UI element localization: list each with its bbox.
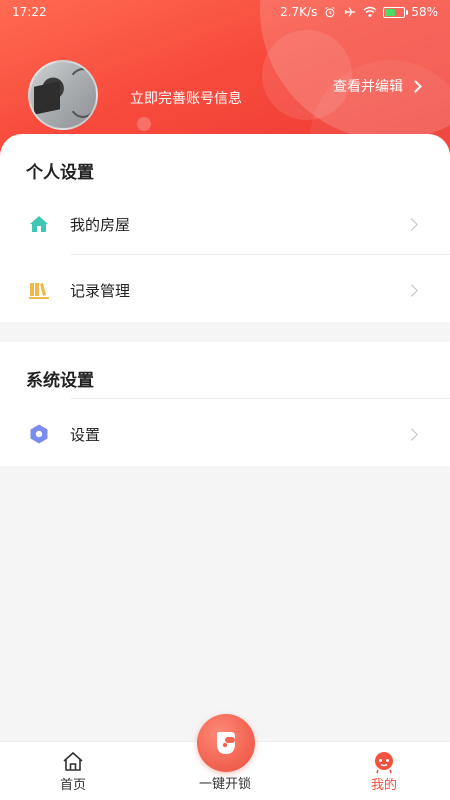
unlock-label: 一键开锁 bbox=[198, 777, 251, 792]
battery-level bbox=[385, 8, 396, 16]
lock-icon bbox=[217, 732, 235, 754]
battery-percent: 58% bbox=[411, 5, 438, 19]
section-title-personal: 个人设置 bbox=[26, 163, 94, 183]
menu-item-label: 设置 bbox=[70, 425, 101, 444]
decor-bubble bbox=[137, 117, 151, 131]
status-time: 17:22 bbox=[12, 5, 47, 19]
complete-profile-hint[interactable]: 立即完善账号信息 bbox=[130, 88, 242, 108]
home-icon bbox=[63, 751, 83, 771]
tab-label: 我的 bbox=[370, 778, 397, 793]
settings-hexagon-icon bbox=[30, 424, 48, 444]
chevron-right-icon bbox=[409, 79, 422, 93]
personal-settings-card: 个人设置 我的房屋 记录管理 bbox=[0, 134, 450, 322]
tab-label: 首页 bbox=[59, 778, 86, 793]
status-bar: 17:22 2.7K/s 58% bbox=[0, 0, 450, 24]
unlock-circle bbox=[197, 714, 255, 772]
avatar-photo-cable bbox=[66, 68, 96, 118]
airplane-icon bbox=[345, 7, 356, 17]
house-icon bbox=[30, 216, 48, 232]
tab-mine[interactable]: 我的 bbox=[329, 742, 439, 800]
chevron-right-icon bbox=[405, 217, 418, 231]
face-icon bbox=[375, 752, 393, 774]
menu-item-label: 记录管理 bbox=[70, 281, 131, 300]
menu-item-my-house[interactable]: 我的房屋 bbox=[0, 196, 450, 252]
one-click-unlock-button[interactable]: 一键开锁 bbox=[175, 714, 275, 800]
alarm-icon bbox=[325, 6, 335, 18]
tab-home[interactable]: 首页 bbox=[18, 742, 128, 800]
view-edit-label: 查看并编辑 bbox=[333, 79, 403, 95]
avatar[interactable] bbox=[28, 60, 98, 130]
avatar-photo-keyboard bbox=[34, 81, 60, 115]
section-title-system: 系统设置 bbox=[26, 371, 94, 391]
chevron-right-icon bbox=[405, 427, 418, 441]
battery-icon bbox=[383, 6, 409, 18]
menu-item-settings[interactable]: 设置 bbox=[0, 406, 450, 462]
system-settings-card: 系统设置 设置 bbox=[0, 342, 450, 466]
view-edit-profile-button[interactable]: 查看并编辑 bbox=[333, 76, 422, 96]
records-icon bbox=[29, 283, 49, 299]
divider bbox=[70, 254, 450, 255]
chevron-right-icon bbox=[405, 283, 418, 297]
menu-item-label: 我的房屋 bbox=[70, 215, 131, 234]
network-speed: 2.7K/s bbox=[280, 5, 318, 19]
wifi-icon bbox=[363, 6, 377, 17]
divider bbox=[70, 398, 450, 399]
menu-item-records[interactable]: 记录管理 bbox=[0, 262, 450, 318]
